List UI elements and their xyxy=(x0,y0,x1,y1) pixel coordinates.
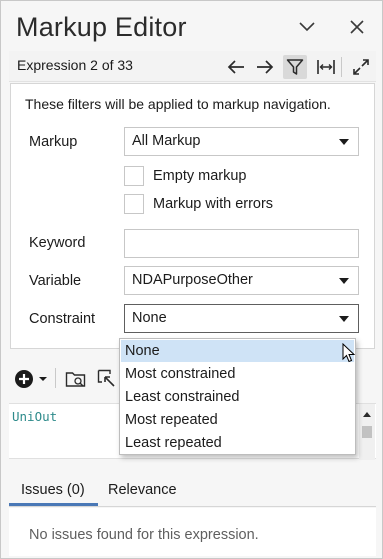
variable-select[interactable]: NDAPurposeOther xyxy=(124,266,359,295)
keyword-label: Keyword xyxy=(29,235,86,251)
previous-button[interactable] xyxy=(224,55,248,79)
add-circle-icon xyxy=(15,370,33,388)
add-menu-button[interactable] xyxy=(14,367,48,391)
navigation-toolbar: Expression 2 of 33 xyxy=(9,51,376,82)
issues-message: No issues found for this expression. xyxy=(29,527,259,543)
constraint-label: Constraint xyxy=(29,311,96,327)
variable-select-value: NDAPurposeOther xyxy=(132,272,253,288)
markup-errors-checkbox[interactable] xyxy=(124,194,144,214)
scroll-up-icon[interactable] xyxy=(359,407,375,421)
constraint-dropdown-list: None Most constrained Least constrained … xyxy=(119,338,356,455)
arrow-right-icon xyxy=(257,60,274,74)
empty-markup-checkbox[interactable] xyxy=(124,166,144,186)
filter-description: These filters will be applied to markup … xyxy=(25,96,331,112)
toolbar-divider xyxy=(55,368,56,388)
toolbar-divider xyxy=(341,57,342,77)
constraint-option-most-constrained[interactable]: Most constrained xyxy=(121,363,354,385)
filter-button[interactable] xyxy=(283,55,307,79)
expression-code[interactable]: UniOut xyxy=(12,409,57,424)
issues-pane: No issues found for this expression. xyxy=(9,508,376,556)
active-tab-indicator xyxy=(9,503,98,506)
vertical-scrollbar[interactable] xyxy=(359,404,375,460)
close-button[interactable] xyxy=(345,15,369,39)
folder-search-button[interactable] xyxy=(65,367,87,391)
constraint-option-none[interactable]: None xyxy=(121,340,354,362)
window-title: Markup Editor xyxy=(16,12,187,42)
expand-icon xyxy=(353,59,369,75)
bottom-tabs: Issues (0) Relevance xyxy=(9,473,376,507)
expand-button[interactable] xyxy=(349,55,373,79)
constraint-option-least-repeated[interactable]: Least repeated xyxy=(121,432,354,454)
markup-select-value: All Markup xyxy=(132,133,201,149)
next-button[interactable] xyxy=(253,55,277,79)
tab-issues[interactable]: Issues (0) xyxy=(21,482,85,498)
expression-counter: Expression 2 of 33 xyxy=(17,57,133,73)
markup-select[interactable]: All Markup xyxy=(124,127,359,156)
markup-label: Markup xyxy=(29,134,78,150)
chevron-down-icon xyxy=(299,22,315,32)
close-icon xyxy=(350,20,364,34)
fit-width-icon xyxy=(317,60,335,74)
mouse-cursor-icon xyxy=(342,343,356,363)
markup-errors-option[interactable]: Markup with errors xyxy=(124,194,273,214)
title-bar: Markup Editor xyxy=(1,1,382,51)
tab-relevance[interactable]: Relevance xyxy=(108,482,177,498)
insert-button[interactable] xyxy=(97,367,117,391)
fit-width-button[interactable] xyxy=(314,55,338,79)
markup-editor-window: Markup Editor Expression 2 of 33 These f… xyxy=(0,0,383,559)
constraint-select[interactable]: None xyxy=(124,304,359,333)
keyword-input[interactable] xyxy=(124,229,359,258)
insert-arrow-icon xyxy=(97,369,115,387)
constraint-option-most-repeated[interactable]: Most repeated xyxy=(121,409,354,431)
arrow-left-icon xyxy=(227,60,244,74)
constraint-select-value: None xyxy=(132,310,167,326)
empty-markup-option[interactable]: Empty markup xyxy=(124,166,246,186)
filter-icon xyxy=(286,59,304,75)
dropdown-arrow-icon xyxy=(339,316,349,322)
empty-markup-label: Empty markup xyxy=(153,168,247,184)
filter-panel: These filters will be applied to markup … xyxy=(10,83,375,349)
folder-search-icon xyxy=(65,372,86,387)
markup-errors-label: Markup with errors xyxy=(153,196,274,212)
caret-down-icon xyxy=(39,377,47,381)
dropdown-arrow-icon xyxy=(339,139,349,145)
scrollbar-thumb[interactable] xyxy=(362,426,372,438)
collapse-button[interactable] xyxy=(295,15,319,39)
variable-label: Variable xyxy=(29,273,82,289)
constraint-option-least-constrained[interactable]: Least constrained xyxy=(121,386,354,408)
dropdown-arrow-icon xyxy=(339,278,349,284)
